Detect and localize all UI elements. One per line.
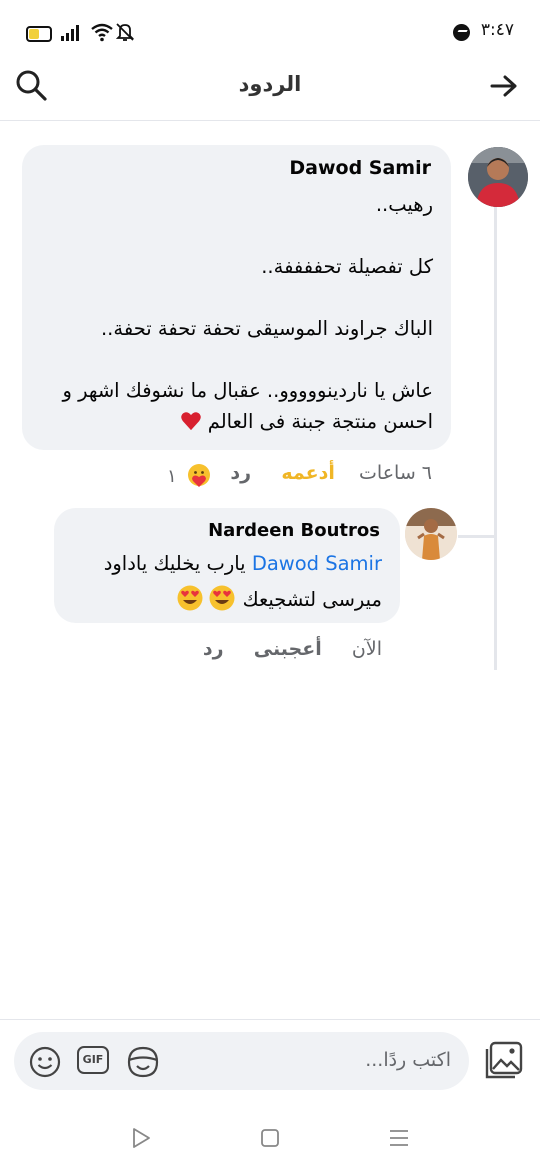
reply-text: ميرسى لتشجيعك xyxy=(242,588,382,611)
comment-text-line: رهيب.. xyxy=(375,193,433,216)
mention-link[interactable]: Dawod Samir xyxy=(252,552,382,575)
home-nav-icon[interactable] xyxy=(259,1127,281,1149)
comment-text-last: احسن منتجة جبنة فى العالم xyxy=(207,410,433,433)
heart-eyes-emoji-icon xyxy=(177,585,203,611)
emoji-icon[interactable] xyxy=(28,1045,62,1079)
battery-icon xyxy=(26,26,52,42)
thread-branch xyxy=(458,535,496,538)
thread-line xyxy=(494,205,497,670)
sticker-icon[interactable] xyxy=(126,1045,160,1079)
comment-bubble[interactable]: Dawod Samir رهيب.. كل تفصيلة تحففففة.. ا… xyxy=(22,145,451,450)
photo-icon[interactable] xyxy=(484,1040,524,1080)
heart-eyes-emoji-icon xyxy=(209,585,235,611)
reply-input[interactable]: اكتب ردًا... GIF xyxy=(14,1032,469,1090)
avatar[interactable] xyxy=(468,147,528,207)
comment-text-line: الباك جراوند الموسيقى تحفة تحفة تحفة.. xyxy=(100,317,433,340)
comment-time: ٦ ساعات xyxy=(359,462,432,484)
care-reaction-button[interactable]: أدعمه xyxy=(281,462,335,484)
like-button[interactable]: أعجبنى xyxy=(254,638,322,660)
avatar[interactable] xyxy=(405,508,457,560)
avatar-photo-icon xyxy=(468,147,528,207)
reply-bubble[interactable]: Nardeen Boutros Dawod Samir يارب يخليك ي… xyxy=(54,508,400,623)
comment-author[interactable]: Dawod Samir xyxy=(289,157,431,179)
reply-button[interactable]: رد xyxy=(230,462,251,484)
messenger-icon xyxy=(453,24,470,41)
comment-actions: ٦ ساعات أدعمه رد xyxy=(230,462,432,484)
comment-text-line: عاش يا ناردينووووو.. عقبال ما نشوفك اشهر… xyxy=(62,379,433,402)
bell-off-icon xyxy=(116,23,134,41)
comment-text-line: كل تفصيلة تحففففة.. xyxy=(261,255,433,278)
recents-nav-icon[interactable] xyxy=(388,1127,410,1149)
reply-text-line: Dawod Samir يارب يخليك ياداود xyxy=(104,552,382,575)
reply-author[interactable]: Nardeen Boutros xyxy=(208,520,380,541)
status-time: ٣:٤٧ xyxy=(480,20,514,40)
care-emoji-icon xyxy=(188,464,211,487)
reply-text-line: ميرسى لتشجيعك xyxy=(172,584,382,612)
reply-input-placeholder: اكتب ردًا... xyxy=(365,1049,451,1071)
reaction-summary[interactable]: ١ xyxy=(167,462,212,490)
page-title: الردود xyxy=(238,72,302,96)
comment-text-line: احسن منتجة جبنة فى العالم xyxy=(180,410,433,433)
heart-icon xyxy=(181,412,201,431)
wifi-icon xyxy=(91,23,113,42)
reply-actions: الآن أعجبنى رد xyxy=(203,638,382,660)
reply-button[interactable]: رد xyxy=(203,638,224,660)
avatar-photo-icon xyxy=(405,508,457,560)
search-icon[interactable] xyxy=(14,68,48,102)
reaction-count: ١ xyxy=(167,466,177,487)
status-bar: ٣:٤٧ xyxy=(0,0,540,60)
back-nav-icon[interactable] xyxy=(130,1127,152,1149)
reply-text: يارب يخليك ياداود xyxy=(103,552,246,575)
back-arrow-icon[interactable] xyxy=(488,70,520,102)
system-nav-bar xyxy=(0,1112,540,1170)
top-bar: الردود xyxy=(0,60,540,121)
reply-time: الآن xyxy=(351,638,382,660)
gif-button[interactable]: GIF xyxy=(77,1046,109,1074)
gif-label: GIF xyxy=(82,1053,104,1066)
signal-icon xyxy=(61,25,79,41)
